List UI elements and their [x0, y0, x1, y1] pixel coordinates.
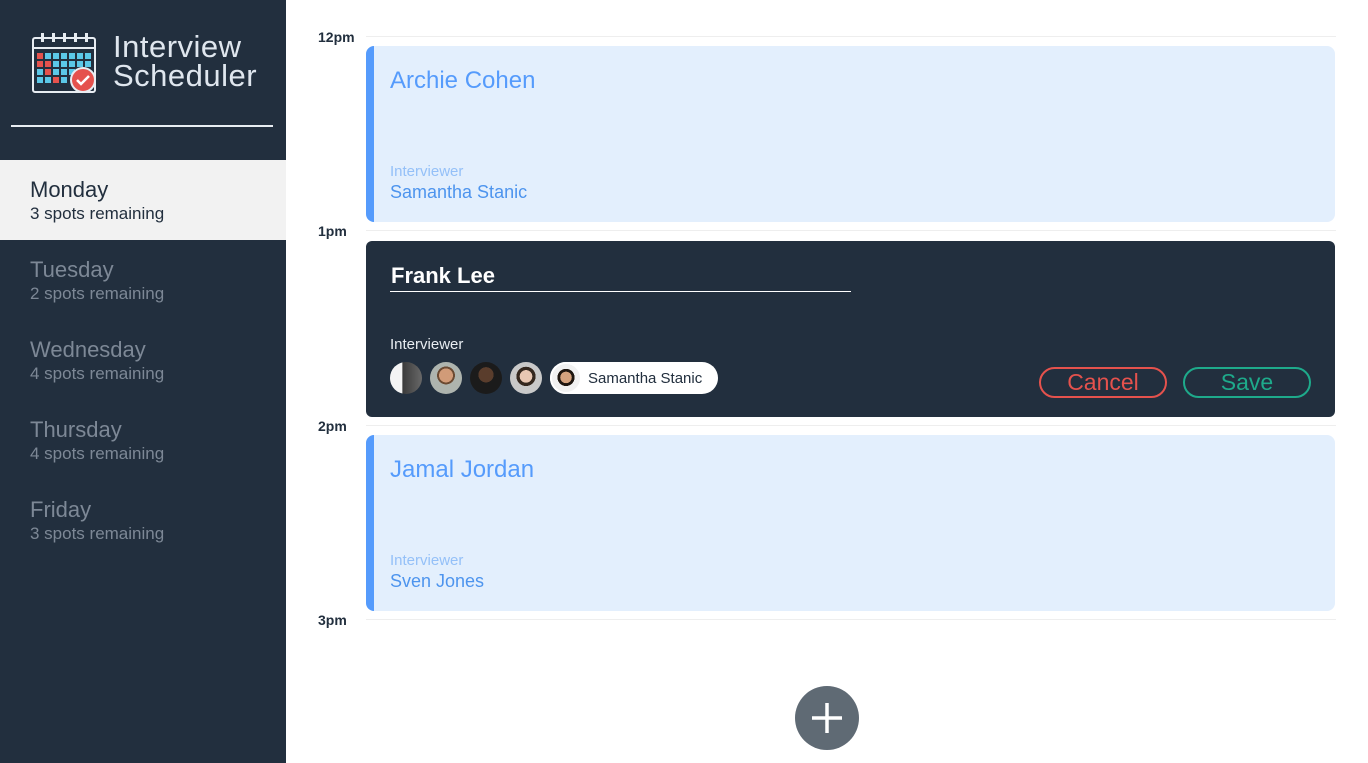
time-divider: [366, 230, 1336, 231]
time-label: 1pm: [318, 223, 347, 239]
interviewer-name: Sven Jones: [390, 571, 485, 591]
selected-interviewer-name: Samantha Stanic: [588, 369, 703, 387]
student-name-input[interactable]: [390, 261, 851, 292]
sidebar-divider: [11, 125, 273, 127]
time-label: 12pm: [318, 29, 355, 45]
time-divider: [366, 36, 1336, 37]
day-spots: 3 spots remaining: [30, 204, 165, 223]
time-divider: [366, 425, 1336, 426]
interviewer-avatar[interactable]: [430, 362, 462, 394]
appointment-card[interactable]: Jamal Jordan Interviewer Sven Jones: [366, 435, 1335, 611]
day-spots: 4 spots remaining: [30, 444, 165, 463]
selected-interviewer[interactable]: Samantha Stanic: [550, 362, 719, 394]
interviewer-avatar[interactable]: [510, 362, 542, 394]
day-item-wednesday[interactable]: Wednesday 4 spots remaining: [0, 320, 286, 400]
app-logo: Interview Scheduler: [30, 30, 270, 94]
interviewer-avatar[interactable]: [390, 362, 422, 394]
interviewer-avatar: [550, 362, 582, 394]
time-divider: [366, 619, 1336, 620]
day-spots: 2 spots remaining: [30, 284, 165, 303]
calendar-check-icon: [32, 33, 96, 93]
interviewer-list: Samantha Stanic: [390, 362, 719, 394]
appointment-card[interactable]: Archie Cohen Interviewer Samantha Stanic: [366, 46, 1335, 222]
add-appointment-button[interactable]: [795, 686, 859, 750]
interviewer-avatar[interactable]: [470, 362, 502, 394]
student-name: Archie Cohen: [390, 67, 536, 94]
day-name: Monday: [30, 177, 109, 202]
interviewer-label: Interviewer: [390, 163, 464, 180]
sidebar: Interview Scheduler Monday 3 spots remai…: [0, 0, 286, 763]
student-name: Jamal Jordan: [390, 456, 535, 483]
day-name: Friday: [30, 497, 92, 522]
day-name: Tuesday: [30, 257, 114, 282]
day-item-thursday[interactable]: Thursday 4 spots remaining: [0, 400, 286, 480]
appointment-stripe: [366, 435, 374, 611]
plus-icon: [812, 703, 842, 733]
day-spots: 3 spots remaining: [30, 524, 165, 543]
day-name: Thursday: [30, 417, 122, 442]
app-title-line1: Interview: [113, 29, 242, 64]
cancel-button[interactable]: Cancel: [1039, 367, 1167, 398]
day-list: Monday 3 spots remaining Tuesday 2 spots…: [0, 160, 286, 560]
time-label: 2pm: [318, 418, 347, 434]
app-title: Interview Scheduler: [113, 29, 258, 93]
appointment-editor: Interviewer Samantha Stanic Cancel Save: [366, 241, 1335, 417]
save-button[interactable]: Save: [1183, 367, 1311, 398]
day-spots: 4 spots remaining: [30, 364, 165, 383]
schedule: 12pm Archie Cohen Interviewer Samantha S…: [286, 0, 1368, 763]
interviewer-label: Interviewer: [390, 336, 464, 353]
interviewer-name: Samantha Stanic: [390, 182, 528, 202]
interviewer-label: Interviewer: [390, 552, 464, 569]
time-label: 3pm: [318, 612, 347, 628]
day-item-monday[interactable]: Monday 3 spots remaining: [0, 160, 286, 240]
appointment-stripe: [366, 46, 374, 222]
app-title-line2: Scheduler: [113, 58, 258, 93]
day-item-tuesday[interactable]: Tuesday 2 spots remaining: [0, 240, 286, 320]
day-name: Wednesday: [30, 337, 146, 362]
day-item-friday[interactable]: Friday 3 spots remaining: [0, 480, 286, 560]
